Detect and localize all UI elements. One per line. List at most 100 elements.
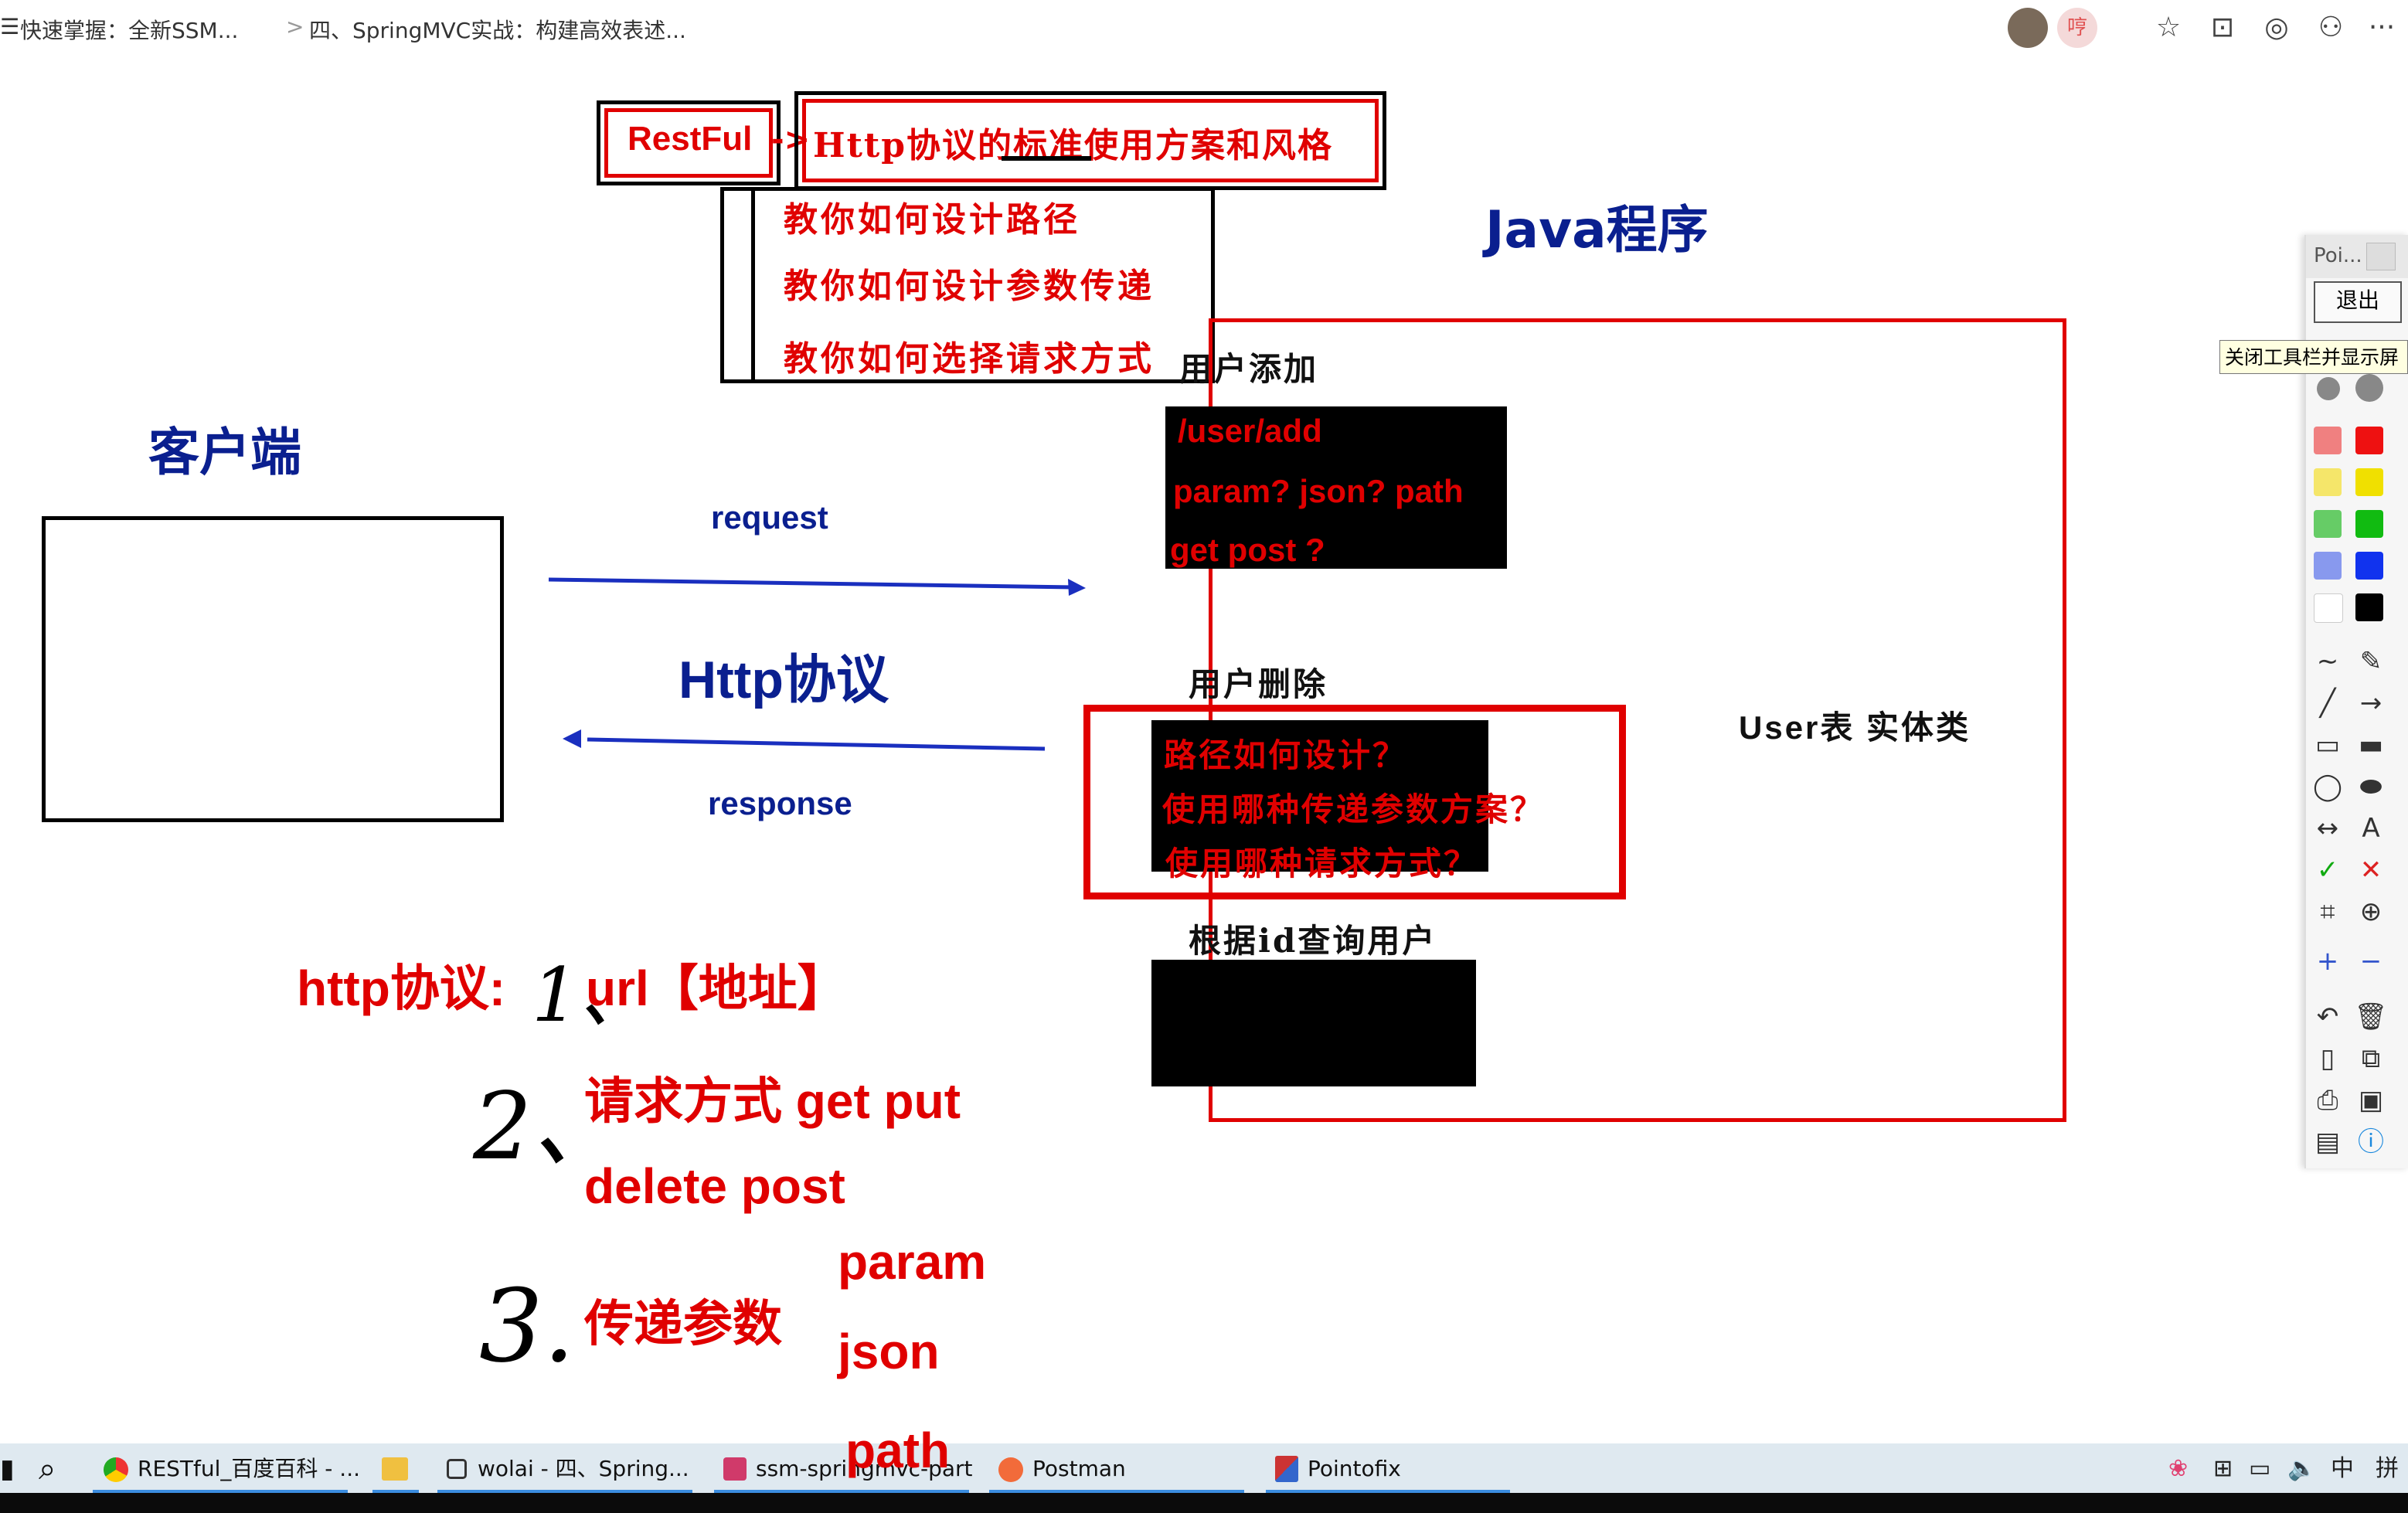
menu-icon[interactable]: ☰ xyxy=(0,14,19,39)
request-label: request xyxy=(711,499,828,536)
ime-mode-indicator[interactable]: 拼 xyxy=(2376,1445,2399,1493)
color-swatch-green[interactable] xyxy=(2355,510,2383,538)
request-response-arrows xyxy=(548,577,1086,751)
client-box xyxy=(42,516,504,822)
large-dot-icon[interactable] xyxy=(2355,374,2383,402)
plus-icon[interactable]: + xyxy=(2311,944,2345,978)
taskbar-item-wolai[interactable]: wolai - 四、Spring... xyxy=(478,1445,689,1493)
network-icon[interactable]: ▭ xyxy=(2249,1445,2270,1493)
text-tool-icon[interactable]: A xyxy=(2354,811,2388,845)
user-icon[interactable]: ⚇ xyxy=(2314,11,2348,45)
method-line-2: delete post xyxy=(584,1158,845,1214)
ellipse-icon[interactable]: ◯ xyxy=(2311,770,2345,804)
arrow-icon[interactable]: → xyxy=(2354,686,2388,720)
color-swatch-yellow[interactable] xyxy=(2355,468,2383,496)
taskbar-item-pointofix[interactable]: Pointofix xyxy=(1308,1445,1401,1493)
user-add-line-params: param? json? path xyxy=(1173,473,1464,509)
color-swatch-light-blue[interactable] xyxy=(2314,552,2342,580)
request-arrowhead xyxy=(1068,579,1086,596)
color-swatch-light-green[interactable] xyxy=(2314,510,2342,538)
filled-rectangle-icon[interactable]: ▬ xyxy=(2354,728,2388,762)
small-dot-icon[interactable] xyxy=(2317,377,2340,400)
file-explorer-icon[interactable] xyxy=(382,1457,408,1481)
user-delete-line-path: 路径如何设计？ xyxy=(1164,736,1408,774)
color-swatch-light-yellow[interactable] xyxy=(2314,468,2342,496)
taskbar-active-indicator-browser xyxy=(93,1490,348,1493)
teach-item-method: 教你如何选择请求方式 xyxy=(784,339,1155,379)
close-icon[interactable] xyxy=(2366,243,2396,270)
ime-indicator[interactable]: 中 xyxy=(2331,1445,2354,1493)
undo-icon[interactable]: ↶ xyxy=(2311,1000,2345,1034)
crop-icon[interactable]: ⌗ xyxy=(2311,895,2345,929)
star-icon[interactable]: ☆ xyxy=(2151,11,2185,45)
more-icon[interactable]: ··· xyxy=(2365,11,2399,45)
line-icon[interactable]: ╱ xyxy=(2311,686,2345,720)
color-swatch-blue[interactable] xyxy=(2355,552,2383,580)
copy-icon[interactable]: ⧉ xyxy=(2354,1042,2388,1076)
taskbar-active-indicator-ide xyxy=(714,1490,969,1493)
avatar-badge[interactable]: 哼 xyxy=(2057,8,2097,48)
pointofix-app-icon xyxy=(1275,1456,1298,1482)
info-icon[interactable]: ⓘ xyxy=(2354,1125,2388,1159)
query-by-id-black-box xyxy=(1151,960,1476,1086)
print-icon[interactable]: ⎙ xyxy=(2311,1083,2345,1117)
user-add-label: 用户添加 xyxy=(1179,350,1319,388)
taskbar-active-indicator-pointofix xyxy=(1266,1490,1510,1493)
tray-grid-icon[interactable]: ⊞ xyxy=(2213,1445,2233,1493)
rectangle-icon[interactable]: ▭ xyxy=(2311,728,2345,762)
response-arrow-line xyxy=(587,737,1046,751)
param-option-param: param xyxy=(838,1234,987,1290)
taskbar-item-browser[interactable]: RESTful_百度百科 - ... xyxy=(138,1445,360,1493)
avatar[interactable] xyxy=(2008,8,2048,48)
minus-icon[interactable]: − xyxy=(2354,944,2388,978)
restful-label: RestFul xyxy=(628,120,753,158)
param-pass-label: 传递参数 xyxy=(584,1295,782,1353)
start-icon[interactable]: ▮ xyxy=(0,1445,15,1493)
user-delete-line-params: 使用哪种传递参数方案？ xyxy=(1162,790,1546,828)
taskbar-active-indicator-explorer xyxy=(372,1490,419,1493)
param-option-path: path xyxy=(845,1423,951,1478)
save-icon[interactable]: ▣ xyxy=(2354,1083,2388,1117)
color-swatch-white[interactable] xyxy=(2314,593,2343,623)
handwritten-underline xyxy=(1002,156,1091,161)
check-icon[interactable]: ✓ xyxy=(2311,853,2345,887)
screen-icon[interactable]: ▤ xyxy=(2311,1125,2345,1159)
filled-ellipse-icon[interactable]: ⬬ xyxy=(2354,770,2388,804)
color-swatch-black[interactable] xyxy=(2355,593,2383,621)
taskbar-active-indicator-postman xyxy=(989,1490,1244,1493)
wolai-icon xyxy=(447,1459,467,1479)
breadcrumb-item-chapter[interactable]: 四、SpringMVC实战：构建高效表述... xyxy=(309,14,686,45)
method-line-1: 请求方式 get put xyxy=(584,1073,961,1129)
taskbar-item-postman[interactable]: Postman xyxy=(1032,1445,1126,1493)
highlighter-icon[interactable]: ✎ xyxy=(2354,644,2388,678)
handwritten-number-3: 3. xyxy=(479,1267,576,1385)
exit-button[interactable]: 退出 xyxy=(2314,281,2402,323)
cross-icon[interactable]: ✕ xyxy=(2354,853,2388,887)
browser-top-bar: ☰ 快速掌握：全新SSM... > 四、SpringMVC实战：构建高效表述..… xyxy=(0,0,2408,56)
user-entity-label: User表 实体类 xyxy=(1739,709,1971,746)
comment-icon[interactable]: ⊡ xyxy=(2206,11,2240,45)
user-add-line-method: get post ? xyxy=(1170,532,1325,568)
response-label: response xyxy=(708,785,852,821)
zoom-icon[interactable]: ⊕ xyxy=(2354,895,2388,929)
search-icon[interactable]: ⌕ xyxy=(39,1445,56,1493)
response-arrowhead xyxy=(563,729,581,748)
tray-app-icon[interactable]: ❀ xyxy=(2168,1445,2188,1493)
pointofix-toolbar: Poi... 退出 ∼ ✎ ╱ → ▭ ▬ ◯ ⬬ ↔ A ✓ ✕ ⌗ ⊕ + … xyxy=(2304,235,2408,1168)
new-page-icon[interactable]: ▯ xyxy=(2311,1042,2345,1076)
double-arrow-icon[interactable]: ↔ xyxy=(2311,811,2345,845)
exit-tooltip: 关闭工具栏并显示屏 xyxy=(2219,340,2408,374)
breadcrumb-item-course[interactable]: 快速掌握：全新SSM... xyxy=(20,14,238,45)
breadcrumb-separator: > xyxy=(286,14,304,39)
color-swatch-red[interactable] xyxy=(2355,427,2383,454)
http-protocol-center: Http协议 xyxy=(679,651,889,709)
user-add-line-path: /user/add xyxy=(1178,413,1322,449)
request-arrow-line xyxy=(548,577,1075,590)
volume-icon[interactable]: 🔈 xyxy=(2287,1445,2316,1493)
trash-icon[interactable]: 🗑 xyxy=(2354,1000,2388,1034)
http-protocol-label: http协议: xyxy=(297,960,506,1016)
query-by-id-label: 根据id查询用户 xyxy=(1189,922,1437,960)
color-swatch-light-red[interactable] xyxy=(2314,427,2342,454)
chat-icon[interactable]: ◎ xyxy=(2260,11,2294,45)
freehand-icon[interactable]: ∼ xyxy=(2311,644,2345,678)
